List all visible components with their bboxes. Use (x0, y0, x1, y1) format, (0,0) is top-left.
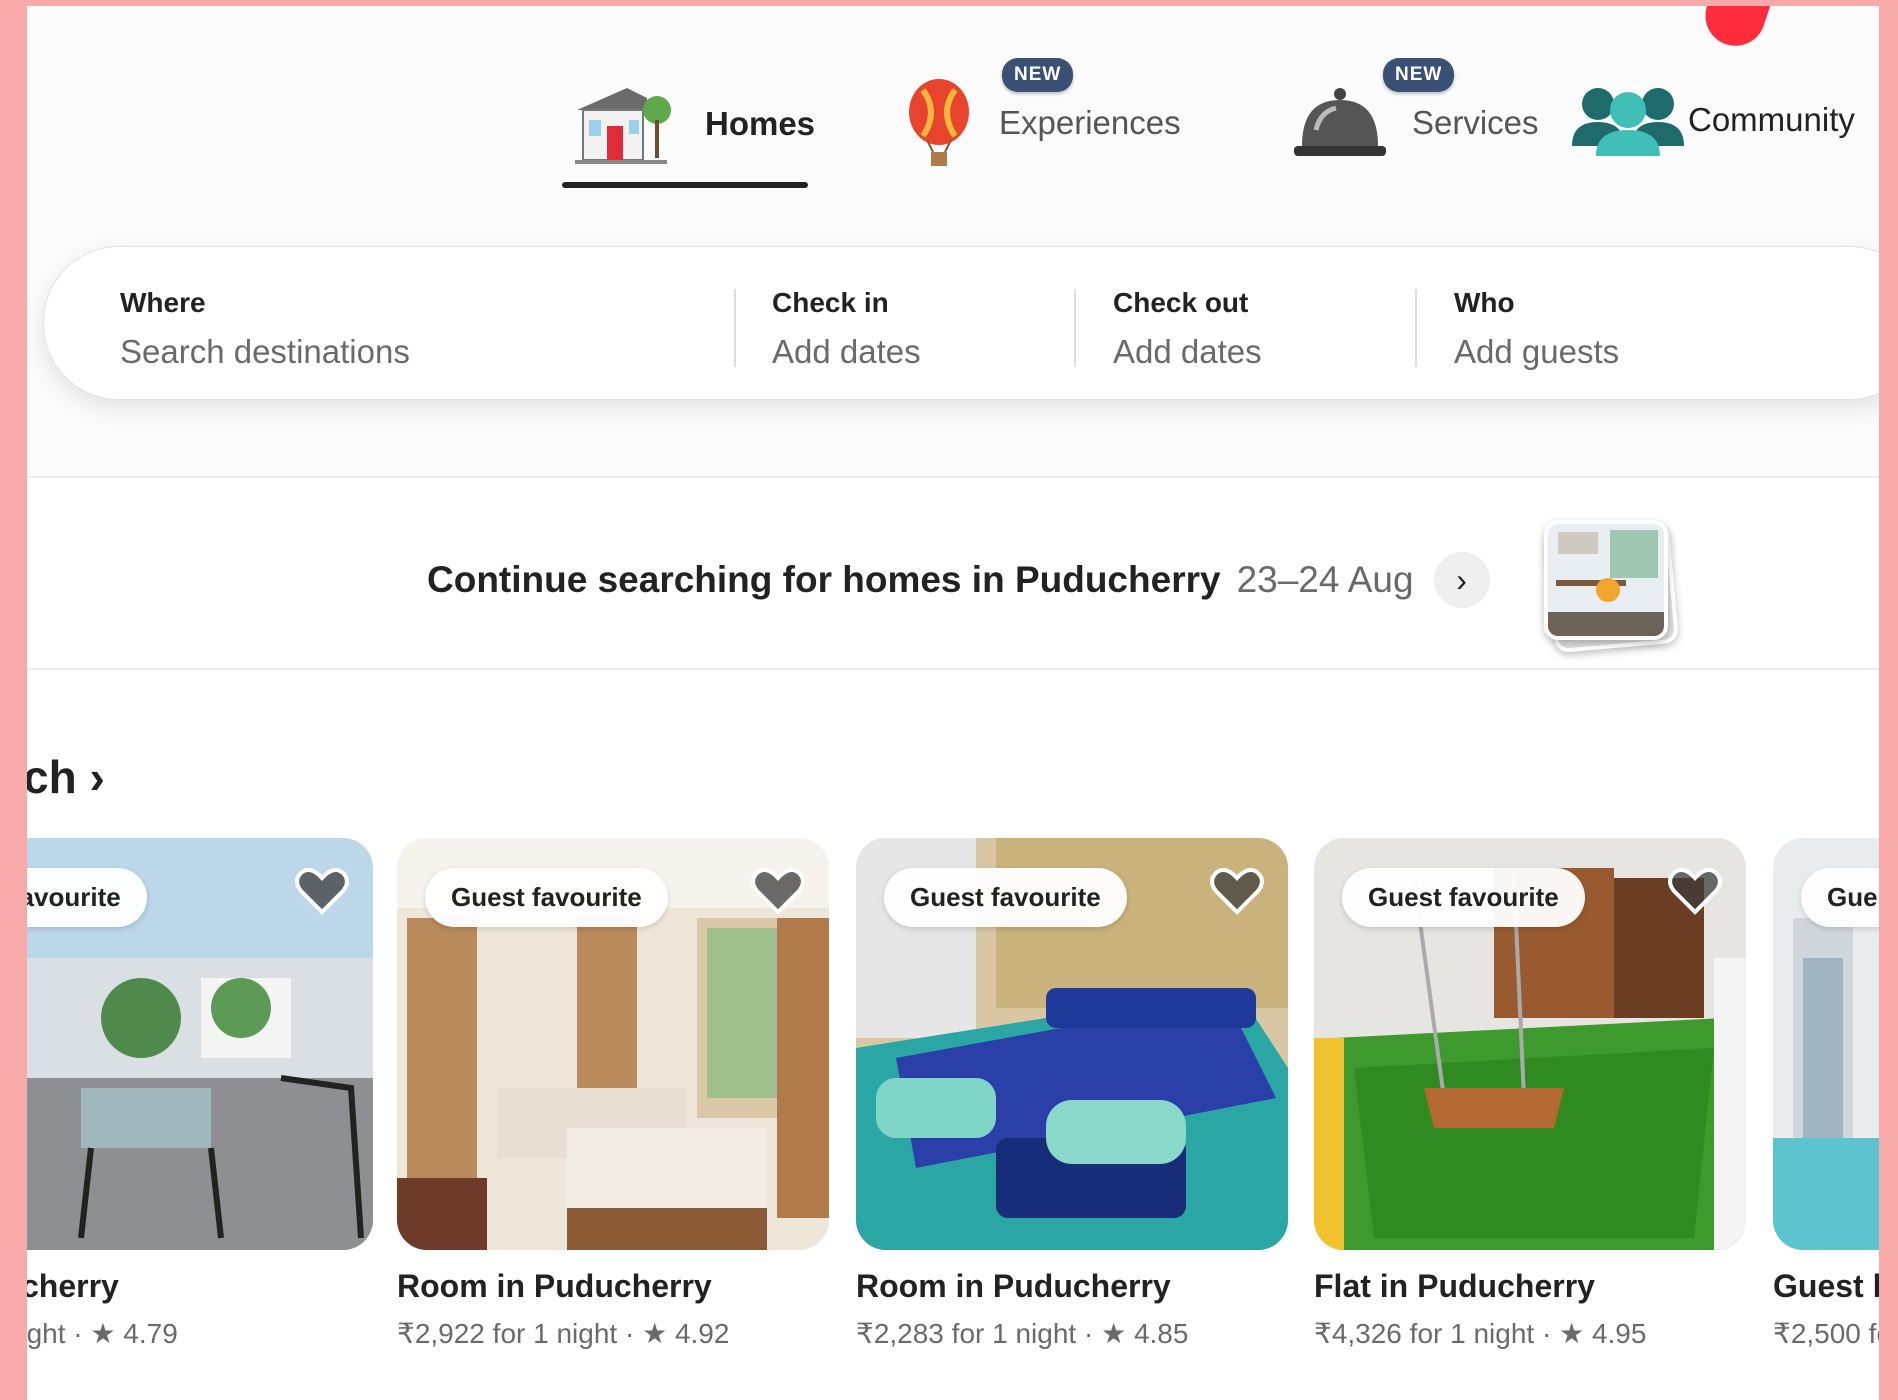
search-where[interactable]: Where Search destinations (120, 287, 680, 371)
search-divider (734, 289, 736, 367)
thumbnail-card-front (1544, 520, 1668, 640)
listing-title: Guest h (1773, 1268, 1879, 1304)
checkin-value: Add dates (772, 333, 921, 370)
guest-favourite-badge: Guest favourite (1342, 868, 1585, 927)
tab-homes-label: Homes (705, 105, 816, 142)
where-label: Where (120, 287, 206, 318)
listing-photo[interactable]: Guest favourite (1314, 838, 1746, 1250)
search-checkin[interactable]: Check in Add dates (772, 287, 1072, 371)
listing-title: Flat in Puducherry (1314, 1268, 1595, 1304)
tab-services-label: Services (1412, 104, 1539, 141)
divider (27, 476, 1879, 478)
checkout-value: Add dates (1113, 333, 1262, 370)
new-badge-services: NEW (1383, 58, 1455, 92)
guest-favourite-badge: Guest favourite (425, 868, 668, 927)
listing-title: Room in Puducherry (856, 1268, 1171, 1304)
recent-search-thumbnail[interactable] (1542, 518, 1679, 654)
house-icon (575, 88, 671, 164)
search-checkout[interactable]: Check out Add dates (1113, 287, 1413, 371)
continue-searching-text: Continue searching for homes in Puducher… (427, 559, 1221, 600)
hot-air-balloon-icon (909, 79, 969, 166)
listing-card[interactable]: Guest favourite Room in Puducherry ₹2,92… (397, 838, 829, 1350)
heart-icon[interactable] (751, 866, 805, 916)
listing-photo[interactable]: Guest (1773, 838, 1879, 1250)
tab-community[interactable]: Community (1572, 84, 1855, 156)
listing-card[interactable]: Guest Guest h ₹2,500 fo (1773, 838, 1879, 1350)
active-tab-underline (562, 182, 808, 188)
app-frame: Homes Experiences NEW Services NEW Commu… (27, 6, 1879, 1400)
search-who[interactable]: Who Add guests (1454, 287, 1754, 371)
community-people-icon (1572, 88, 1684, 156)
guest-favourite-badge: Guest (1801, 868, 1879, 927)
tab-homes[interactable]: Homes (567, 80, 815, 168)
listing-card[interactable]: t favourite Puducherry for 1 night · ★ 4… (27, 838, 373, 1350)
checkout-label: Check out (1113, 287, 1249, 318)
header-background (27, 6, 1879, 476)
chevron-right-icon[interactable]: › (1433, 552, 1490, 608)
tab-services[interactable]: Services (1292, 86, 1539, 160)
heart-icon[interactable] (295, 866, 349, 916)
search-divider (1415, 289, 1417, 367)
who-value: Add guests (1454, 333, 1620, 370)
guest-favourite-badge: t favourite (27, 868, 147, 927)
listing-price-rating: for 1 night · ★ 4.79 (27, 1318, 178, 1349)
listing-title: Room in Puducherry (397, 1268, 712, 1304)
service-bell-icon (1294, 88, 1386, 156)
heart-icon[interactable] (1210, 866, 1264, 916)
listing-card[interactable]: Guest favourite Flat in Puducherry ₹4,32… (1314, 838, 1746, 1350)
tab-experiences-label: Experiences (999, 104, 1181, 141)
heart-icon[interactable] (1668, 866, 1722, 916)
listing-price-rating: ₹2,283 for 1 night · ★ 4.85 (856, 1318, 1189, 1349)
checkin-label: Check in (772, 287, 889, 318)
guest-favourite-badge: Guest favourite (884, 868, 1127, 927)
tab-community-label: Community (1688, 101, 1855, 138)
where-input[interactable]: Search destinations (120, 333, 680, 371)
search-divider (1074, 289, 1076, 367)
listing-price-rating: ₹2,500 fo (1773, 1318, 1879, 1349)
continue-searching-dates: 23–24 Aug (1236, 559, 1414, 600)
continue-searching[interactable]: Continue searching for homes in Puducher… (427, 552, 1490, 608)
section-title[interactable]: ch › (27, 750, 105, 804)
listing-price-rating: ₹4,326 for 1 night · ★ 4.95 (1314, 1318, 1647, 1349)
divider (27, 668, 1879, 670)
listing-photo[interactable]: Guest favourite (397, 838, 829, 1250)
search-bar: Where Search destinations Check in Add d… (43, 246, 1879, 400)
listing-photo[interactable]: t favourite (27, 838, 373, 1250)
listing-price-rating: ₹2,922 for 1 night · ★ 4.92 (397, 1318, 730, 1349)
new-badge-experiences: NEW (1002, 58, 1074, 92)
room-thumbnail-image (1548, 524, 1664, 636)
who-label: Who (1454, 287, 1515, 318)
listing-photo[interactable]: Guest favourite (856, 838, 1288, 1250)
listing-title: Puducherry (27, 1268, 119, 1304)
listing-card[interactable]: Guest favourite Room in Puducherry ₹2,28… (856, 838, 1288, 1350)
